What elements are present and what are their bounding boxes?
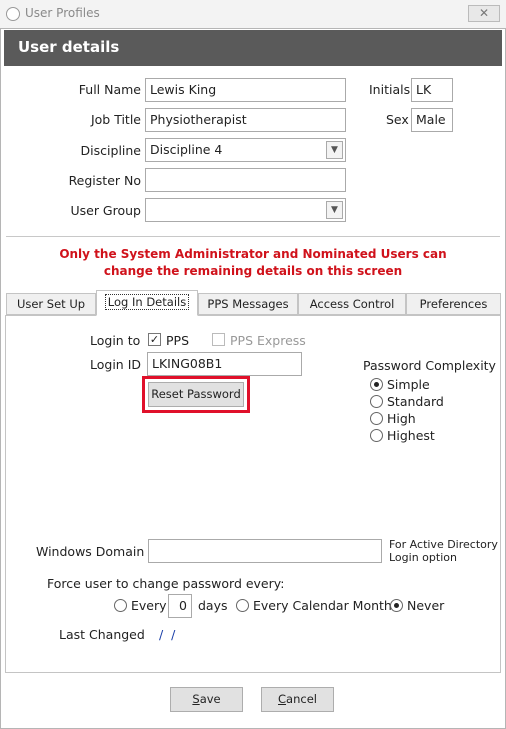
- radio-every-calendar-month-label: Every Calendar Month: [253, 598, 392, 613]
- save-button-label: ave: [199, 692, 221, 706]
- radio-never-label: Never: [407, 598, 445, 613]
- divider: [6, 236, 500, 237]
- page-title: User details: [4, 30, 502, 66]
- force-change-label: Force user to change password every:: [47, 576, 285, 591]
- radio-high[interactable]: [370, 412, 383, 425]
- radio-high-label: High: [387, 411, 416, 426]
- login-to-label: Login to: [90, 333, 141, 348]
- full-name-field[interactable]: Lewis King: [145, 78, 346, 102]
- discipline-label: Discipline: [80, 143, 141, 158]
- radio-standard-label: Standard: [387, 394, 444, 409]
- chevron-down-icon[interactable]: ▼: [326, 201, 343, 219]
- radio-every-days[interactable]: [114, 599, 127, 612]
- job-title-field[interactable]: Physiotherapist: [145, 108, 346, 132]
- notice-line-2: change the remaining details on this scr…: [103, 264, 403, 278]
- tab-user-set-up[interactable]: User Set Up: [6, 293, 96, 315]
- reset-password-button[interactable]: Reset Password: [148, 382, 244, 407]
- days-field[interactable]: 0: [168, 594, 192, 618]
- radio-highest[interactable]: [370, 429, 383, 442]
- radio-simple-label: Simple: [387, 377, 430, 392]
- last-changed-label: Last Changed: [59, 627, 145, 642]
- radio-every-days-label: Every: [131, 598, 167, 613]
- pps-checkbox[interactable]: ✓: [148, 333, 161, 346]
- windows-domain-label: Windows Domain: [36, 544, 145, 559]
- radio-every-calendar-month[interactable]: [236, 599, 249, 612]
- initials-label: Initials: [369, 82, 411, 97]
- pps-label: PPS: [166, 333, 190, 348]
- radio-highest-label: Highest: [387, 428, 435, 443]
- save-button-mnemonic: S: [192, 692, 200, 706]
- permission-notice: Only the System Administrator and Nomina…: [20, 246, 486, 280]
- tab-log-in-details[interactable]: Log In Details: [96, 290, 198, 316]
- cancel-button[interactable]: Cancel: [261, 687, 334, 712]
- tab-pps-messages[interactable]: PPS Messages: [198, 293, 298, 315]
- discipline-select[interactable]: Discipline 4: [145, 138, 346, 162]
- sex-label: Sex: [386, 112, 409, 127]
- sex-field[interactable]: Male: [411, 108, 453, 132]
- active-directory-note-line-1: For Active Directory: [389, 538, 498, 551]
- windows-domain-field[interactable]: [148, 539, 382, 563]
- password-complexity-title: Password Complexity: [363, 358, 496, 373]
- active-directory-note-line-2: Login option: [389, 551, 457, 564]
- notice-line-1: Only the System Administrator and Nomina…: [59, 247, 447, 261]
- user-group-label: User Group: [70, 203, 141, 218]
- full-name-label: Full Name: [78, 82, 141, 97]
- discipline-value: Discipline 4: [150, 142, 223, 157]
- days-label: days: [198, 598, 228, 613]
- chevron-down-icon[interactable]: ▼: [326, 141, 343, 159]
- save-button[interactable]: Save: [170, 687, 243, 712]
- register-no-label: Register No: [68, 173, 141, 188]
- close-button[interactable]: ✕: [468, 5, 500, 22]
- tab-preferences[interactable]: Preferences: [406, 293, 501, 315]
- job-title-label: Job Title: [90, 112, 141, 127]
- radio-standard[interactable]: [370, 395, 383, 408]
- login-id-field[interactable]: LKING08B1: [147, 352, 302, 376]
- window-title: User Profiles: [25, 6, 100, 20]
- pps-express-checkbox[interactable]: [212, 333, 225, 346]
- cancel-button-mnemonic: C: [278, 692, 287, 706]
- pps-express-label: PPS Express: [230, 333, 306, 348]
- radio-never[interactable]: [390, 599, 403, 612]
- tab-access-control[interactable]: Access Control: [298, 293, 406, 315]
- app-icon: [6, 7, 20, 21]
- user-group-select[interactable]: [145, 198, 346, 222]
- cancel-button-label: ancel: [286, 692, 317, 706]
- tab-log-in-details-label: Log In Details: [104, 294, 190, 310]
- active-directory-note: For Active Directory Login option: [389, 538, 498, 564]
- initials-field[interactable]: LK: [411, 78, 453, 102]
- login-id-label: Login ID: [90, 357, 142, 372]
- radio-simple[interactable]: [370, 378, 383, 391]
- register-no-field[interactable]: [145, 168, 346, 192]
- last-changed-value: / /: [159, 627, 178, 642]
